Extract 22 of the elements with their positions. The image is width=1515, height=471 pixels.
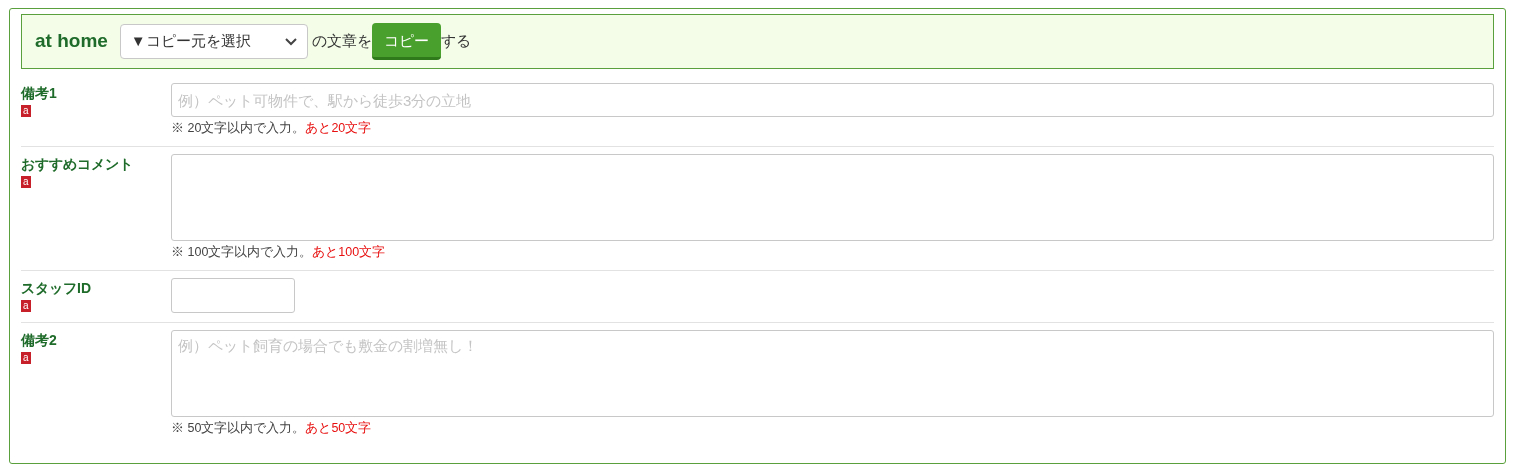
copy-suffix: する — [440, 31, 471, 52]
field-label: おすすめコメント — [21, 155, 133, 174]
field-label: スタッフID — [21, 279, 91, 298]
field-hint: ※ 20文字以内で入力。 — [171, 120, 306, 137]
field-label: 備考2 — [21, 331, 57, 350]
id-field[interactable] — [171, 278, 295, 313]
field-badge: a — [21, 176, 31, 188]
field-label: 備考1 — [21, 84, 57, 103]
copy-label: の文章を — [311, 31, 372, 52]
remaining-count: あと20文字 — [305, 120, 372, 137]
comment-field[interactable]: 例）ペット飼育の場合でも敷金の割増無し！ — [171, 330, 1494, 417]
comment-field[interactable] — [171, 154, 1494, 241]
field-badge: a — [21, 300, 31, 312]
header-title: at home — [35, 29, 108, 54]
chevron-down-icon — [284, 37, 297, 46]
field-hint: ※ 50文字以内で入力。 — [171, 420, 306, 437]
field-hint: ※ 100文字以内で入力。 — [171, 244, 313, 261]
source-select[interactable]: ▼コピー元を選択 — [119, 24, 308, 59]
field-badge: a — [21, 352, 31, 364]
field-badge: a — [21, 105, 31, 117]
remaining-count: あと50文字 — [305, 420, 372, 437]
remaining-count: あと100文字 — [312, 244, 386, 261]
